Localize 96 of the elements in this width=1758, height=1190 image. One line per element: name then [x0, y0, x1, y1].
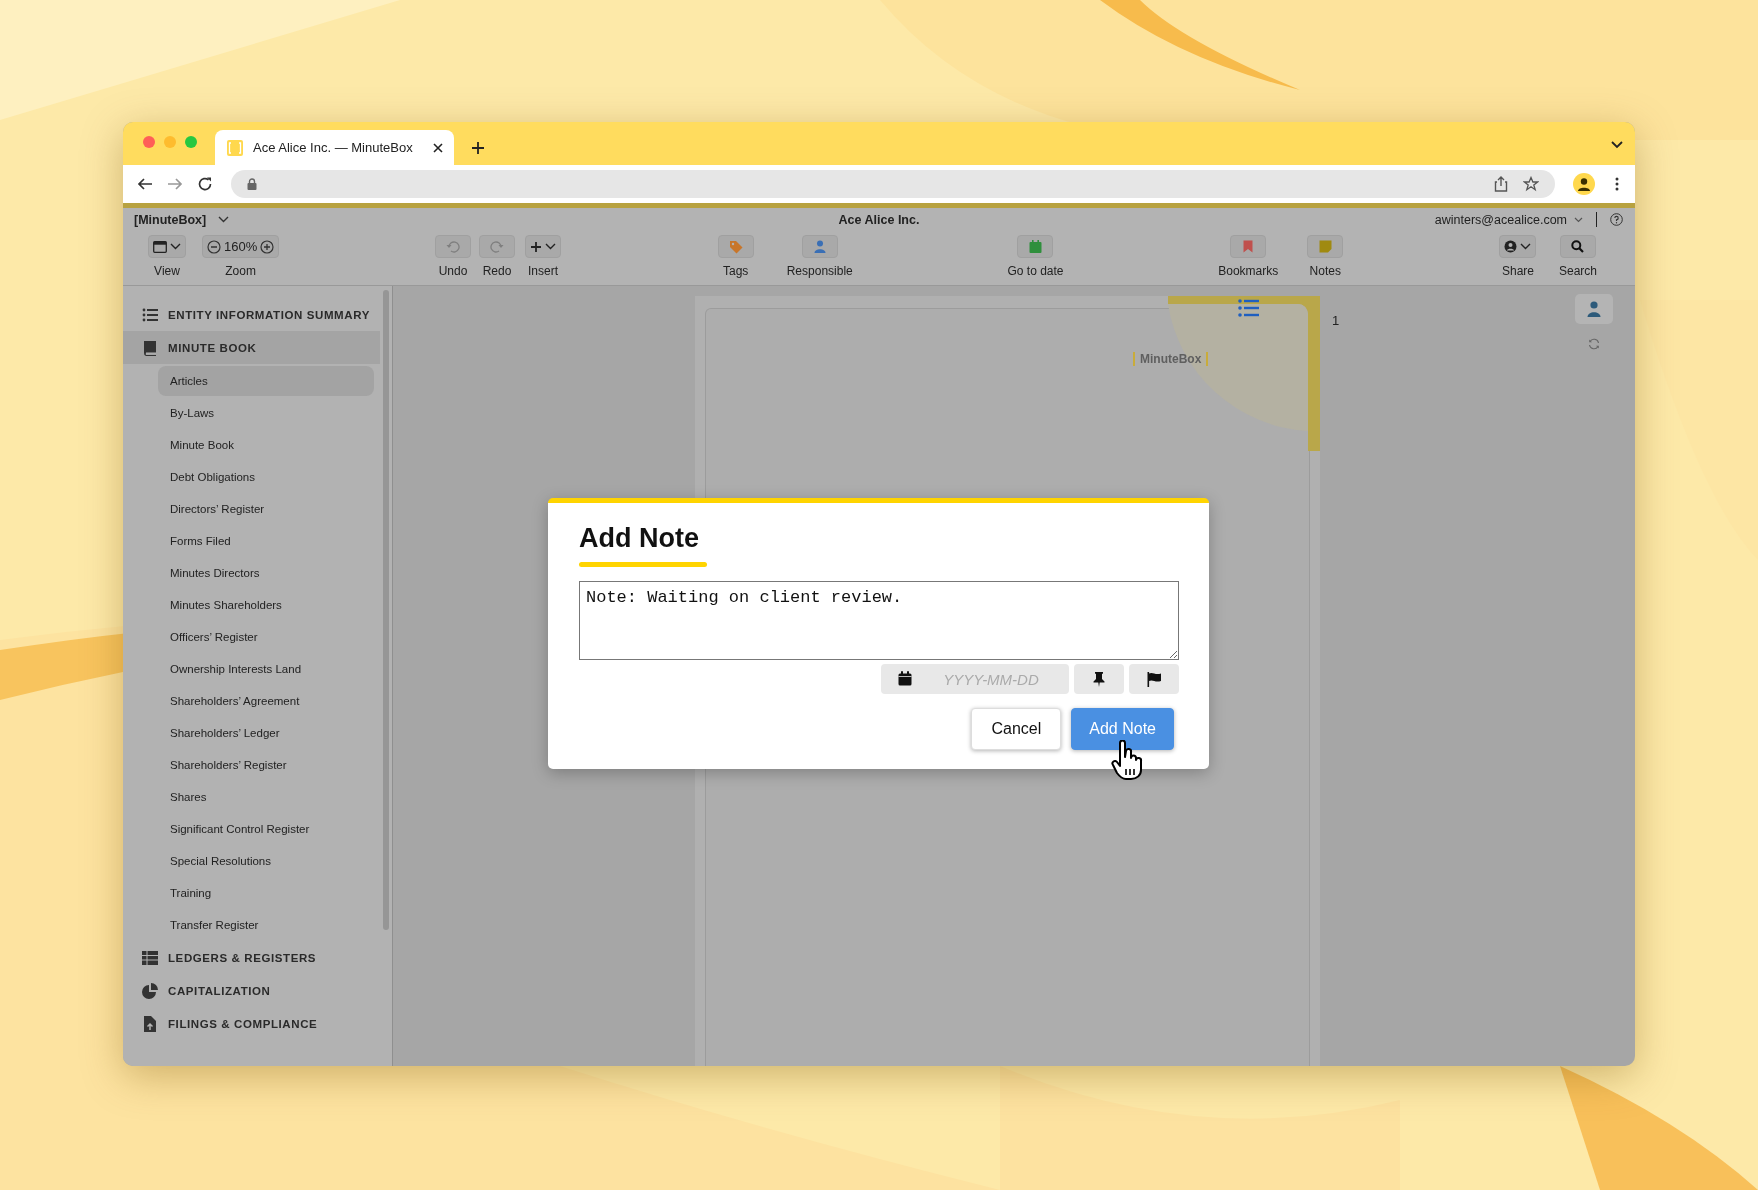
chevron-down-icon[interactable] [1611, 141, 1623, 149]
toolbar-label: Insert [527, 264, 558, 278]
sidebar-item[interactable]: By-Laws [158, 398, 374, 428]
toolbar-label: Go to date [1007, 264, 1064, 278]
toolbar-label: Undo [438, 264, 468, 278]
plus-icon [529, 240, 542, 253]
sidebar-section[interactable]: ENTITY INFORMATION SUMMARY [123, 298, 380, 331]
chevron-down-icon [1520, 243, 1532, 250]
user-menu[interactable]: awinters@acealice.com [1434, 212, 1567, 227]
reload-icon[interactable] [197, 176, 213, 192]
tag-icon [728, 239, 743, 254]
sidebar-item[interactable]: Training [158, 878, 374, 908]
sidebar-item[interactable]: Officers’ Register [158, 622, 374, 652]
tab-title: Ace Alice Inc. — MinuteBox [253, 140, 414, 155]
cancel-button[interactable]: Cancel [971, 708, 1062, 750]
calendar-icon [898, 671, 912, 686]
date-field[interactable]: YYYY-MM-DD [881, 664, 1069, 694]
sidebar-item[interactable]: Shareholders’ Ledger [158, 718, 374, 748]
book-icon [142, 339, 158, 356]
forward-arrow-icon[interactable] [167, 176, 183, 192]
file-upload-icon [142, 1015, 158, 1032]
dialog-title: Add Note [579, 523, 700, 554]
insert-button[interactable] [524, 235, 561, 258]
zoom-in-icon [260, 239, 275, 254]
window-icon [153, 240, 167, 253]
pie-chart-icon [142, 982, 158, 999]
sidebar-section[interactable]: CAPITALIZATION [123, 974, 380, 1007]
table-icon [142, 949, 158, 966]
chevron-down-icon [218, 216, 230, 223]
profile-avatar-button[interactable] [1573, 173, 1595, 195]
zoom-out-icon [207, 239, 221, 254]
toolbar-label: Search [1558, 264, 1597, 278]
note-field[interactable]: Note: Waiting on client review. [579, 581, 1179, 660]
list-icon [142, 306, 158, 323]
star-icon[interactable] [1523, 176, 1539, 192]
sidebar-item[interactable]: Shareholders’ Register [158, 750, 374, 780]
sidebar-item[interactable]: Significant Control Register [158, 814, 374, 844]
toolbar-label: Share [1501, 264, 1534, 278]
flag-button[interactable] [1129, 664, 1179, 694]
sidebar-item[interactable]: Transfer Register [158, 910, 374, 940]
undo-icon [445, 239, 460, 254]
user-circle-icon [1504, 240, 1518, 253]
view-button[interactable] [148, 235, 186, 258]
sidebar-item[interactable]: Shares [158, 782, 374, 812]
lock-icon [247, 178, 257, 190]
chevron-down-icon [544, 243, 556, 250]
page-number: 1 [1332, 313, 1340, 328]
toolbar-label: Responsible [786, 264, 853, 278]
close-icon[interactable] [432, 141, 444, 154]
toolbar-label: Zoom [225, 264, 256, 278]
sidebar-item[interactable]: Minutes Shareholders [158, 590, 374, 620]
person-icon [1577, 177, 1591, 191]
sidebar-item[interactable]: Forms Filed [158, 526, 374, 556]
bookmark-icon [1243, 240, 1254, 253]
toolbar-label: Notes [1309, 264, 1341, 278]
help-icon[interactable] [1610, 213, 1623, 226]
chevron-down-icon [170, 243, 181, 250]
sticky-note-icon [1318, 240, 1332, 253]
sidebar-item[interactable]: Shareholders’ Agreement [158, 686, 374, 716]
pin-icon [1093, 671, 1105, 687]
chevron-down-icon [1574, 216, 1583, 223]
sidebar-item[interactable]: Ownership Interests Land [158, 654, 374, 684]
workspace-selector[interactable]: [MinuteBox] [134, 212, 207, 227]
toolbar-label: Redo [482, 264, 512, 278]
person-icon [1587, 301, 1601, 317]
person-icon [813, 240, 826, 253]
assignee-button[interactable] [1575, 294, 1613, 324]
favicon-icon [227, 139, 243, 156]
plus-icon[interactable] [471, 141, 485, 155]
sidebar-item[interactable]: Minute Book [158, 430, 374, 460]
pin-button[interactable] [1074, 664, 1124, 694]
sidebar-section[interactable]: MINUTE BOOK [123, 331, 380, 364]
list-icon[interactable] [1238, 299, 1260, 317]
sidebar-item[interactable]: Special Resolutions [158, 846, 374, 876]
entity-title: Ace Alice Inc. [838, 212, 920, 227]
sidebar-item[interactable]: Directors’ Register [158, 494, 374, 524]
search-icon [1571, 240, 1585, 253]
flag-icon [1146, 671, 1162, 687]
toolbar-label: View [154, 264, 180, 278]
sidebar-section[interactable]: LEDGERS & REGISTERS [123, 941, 380, 974]
toolbar-label: Bookmarks [1218, 264, 1279, 278]
sidebar-item[interactable]: Articles [158, 366, 374, 396]
search-button[interactable] [1560, 235, 1596, 258]
browser-tab[interactable]: Ace Alice Inc. — MinuteBox [215, 130, 454, 165]
share-button[interactable] [1499, 235, 1537, 258]
redo-icon [489, 239, 504, 254]
address-field[interactable] [231, 170, 1555, 198]
share-icon[interactable] [1493, 176, 1509, 192]
calendar-icon [1028, 240, 1042, 253]
sidebar-item[interactable]: Debt Obligations [158, 462, 374, 492]
zoom-control[interactable]: 160% [202, 235, 280, 258]
sidebar-item[interactable]: Minutes Directors [158, 558, 374, 588]
sidebar-section[interactable]: FILINGS & COMPLIANCE [123, 1007, 380, 1040]
scrollbar-thumb[interactable] [383, 290, 389, 930]
back-arrow-icon[interactable] [137, 176, 153, 192]
toolbar-label: Tags [723, 264, 749, 278]
